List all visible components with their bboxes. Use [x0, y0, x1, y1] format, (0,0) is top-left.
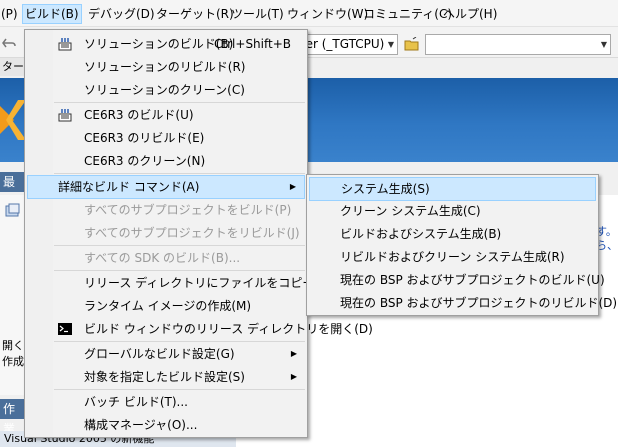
menu-community[interactable]: コミュニティ(C)	[363, 5, 452, 23]
left-pane: 開く: 作成	[0, 195, 28, 395]
solution-config-combo[interactable]: der (_TGTCPU) ▼	[297, 34, 398, 55]
menu-debug[interactable]: デバッグ(D)	[88, 5, 155, 23]
menu-item-build-and-sysgen[interactable]: ビルドおよびシステム生成(B)	[309, 223, 596, 245]
menu-separator	[54, 102, 305, 103]
submenu-arrow-icon: ▶	[289, 182, 296, 191]
menu-window[interactable]: ウィンドウ(W)	[287, 5, 368, 23]
chevron-down-icon: ▼	[387, 40, 394, 49]
menu-build[interactable]: ビルド(B)	[22, 4, 82, 24]
menu-item-rebuild-current-bsp[interactable]: 現在の BSP およびサブプロジェクトのリビルド(D)	[309, 292, 617, 314]
menu-item-rebuild-all-subprojects[interactable]: すべてのサブプロジェクトをリビルド(J)	[27, 222, 305, 244]
undo-icon[interactable]	[2, 37, 16, 49]
build-menu: ソリューションのビルド(B) Ctrl+Shift+B ソリューションのリビルド…	[24, 29, 373, 438]
menu-item-advanced-build-commands[interactable]: 詳細なビルド コマンド(A) ▶	[27, 175, 305, 199]
project-icon	[5, 203, 20, 217]
menu-item-rebuild-solution[interactable]: ソリューションのリビルド(R)	[27, 56, 305, 78]
menu-tools[interactable]: ツール(T)	[231, 5, 284, 23]
menu-item-clean-sysgen[interactable]: クリーン システム生成(C)	[309, 200, 596, 222]
menu-item-clean-ce6r3[interactable]: CE6R3 のクリーン(N)	[27, 150, 305, 172]
recent-projects-header: 最近	[0, 172, 24, 209]
menu-item-build-current-bsp[interactable]: 現在の BSP およびサブプロジェクトのビルド(U)	[309, 269, 605, 291]
menu-item-build-all-sdks[interactable]: すべての SDK のビルド(B)...	[27, 247, 305, 269]
build-project-icon	[58, 109, 72, 122]
menu-target[interactable]: ターゲット(R)	[156, 5, 234, 23]
submenu-arrow-icon: ▶	[290, 349, 297, 358]
menu-item-targeted-build-settings[interactable]: 対象を指定したビルド設定(S) ▶	[27, 366, 305, 388]
menubar: (P) ビルド(B) デバッグ(D) ターゲット(R) ツール(T) ウィンドウ…	[0, 0, 618, 27]
menu-separator	[54, 389, 305, 390]
menu-item-clean-solution[interactable]: ソリューションのクリーン(C)	[27, 79, 305, 101]
menu-item-batch-build[interactable]: バッチ ビルド(T)...	[27, 391, 305, 413]
advanced-build-commands-submenu: システム生成(S) クリーン システム生成(C) ビルドおよびシステム生成(B)…	[306, 174, 617, 316]
menu-separator	[54, 270, 305, 271]
open-folder-icon[interactable]	[404, 37, 420, 51]
getting-started-header: 作業	[0, 399, 24, 436]
menu-item-global-build-settings[interactable]: グローバルなビルド設定(G) ▶	[27, 343, 305, 365]
menu-help[interactable]: ヘルプ(H)	[443, 5, 497, 23]
build-solution-icon	[58, 38, 72, 51]
submenu-arrow-icon: ▶	[290, 372, 297, 381]
menu-separator	[54, 173, 305, 174]
menu-separator	[54, 245, 305, 246]
menu-item-rebuild-and-clean-sysgen[interactable]: リビルドおよびクリーン システム生成(R)	[309, 246, 596, 268]
menu-item-rebuild-ce6r3[interactable]: CE6R3 のリビルド(E)	[27, 127, 305, 149]
menu-separator	[54, 341, 305, 342]
menu-item-build-ce6r3[interactable]: CE6R3 のビルド(U)	[27, 104, 305, 126]
create-label[interactable]: 作成	[2, 353, 24, 369]
menu-project[interactable]: (P)	[1, 5, 18, 23]
menu-item-sysgen[interactable]: システム生成(S)	[309, 177, 596, 201]
find-combo[interactable]: ▼	[425, 34, 611, 55]
chevron-down-icon: ▼	[600, 40, 607, 49]
solution-config-value: der (_TGTCPU)	[298, 37, 385, 51]
menu-item-build-all-subprojects[interactable]: すべてのサブプロジェクトをビルド(P)	[27, 199, 305, 221]
visual-studio-logo-icon	[0, 100, 26, 140]
command-prompt-icon	[58, 323, 72, 335]
menu-item-open-release-directory[interactable]: ビルド ウィンドウのリリース ディレクトリを開く(D)	[27, 318, 373, 340]
menu-item-build-solution[interactable]: ソリューションのビルド(B) Ctrl+Shift+B	[27, 33, 305, 55]
menu-item-copy-to-release[interactable]: リリース ディレクトリにファイルをコピー(R)	[27, 272, 332, 294]
menu-item-configuration-manager[interactable]: 構成マネージャ(O)...	[27, 414, 305, 436]
news-text-2[interactable]: ら、[I	[596, 237, 618, 253]
menu-item-make-run-time-image[interactable]: ランタイム イメージの作成(M)	[27, 295, 305, 317]
